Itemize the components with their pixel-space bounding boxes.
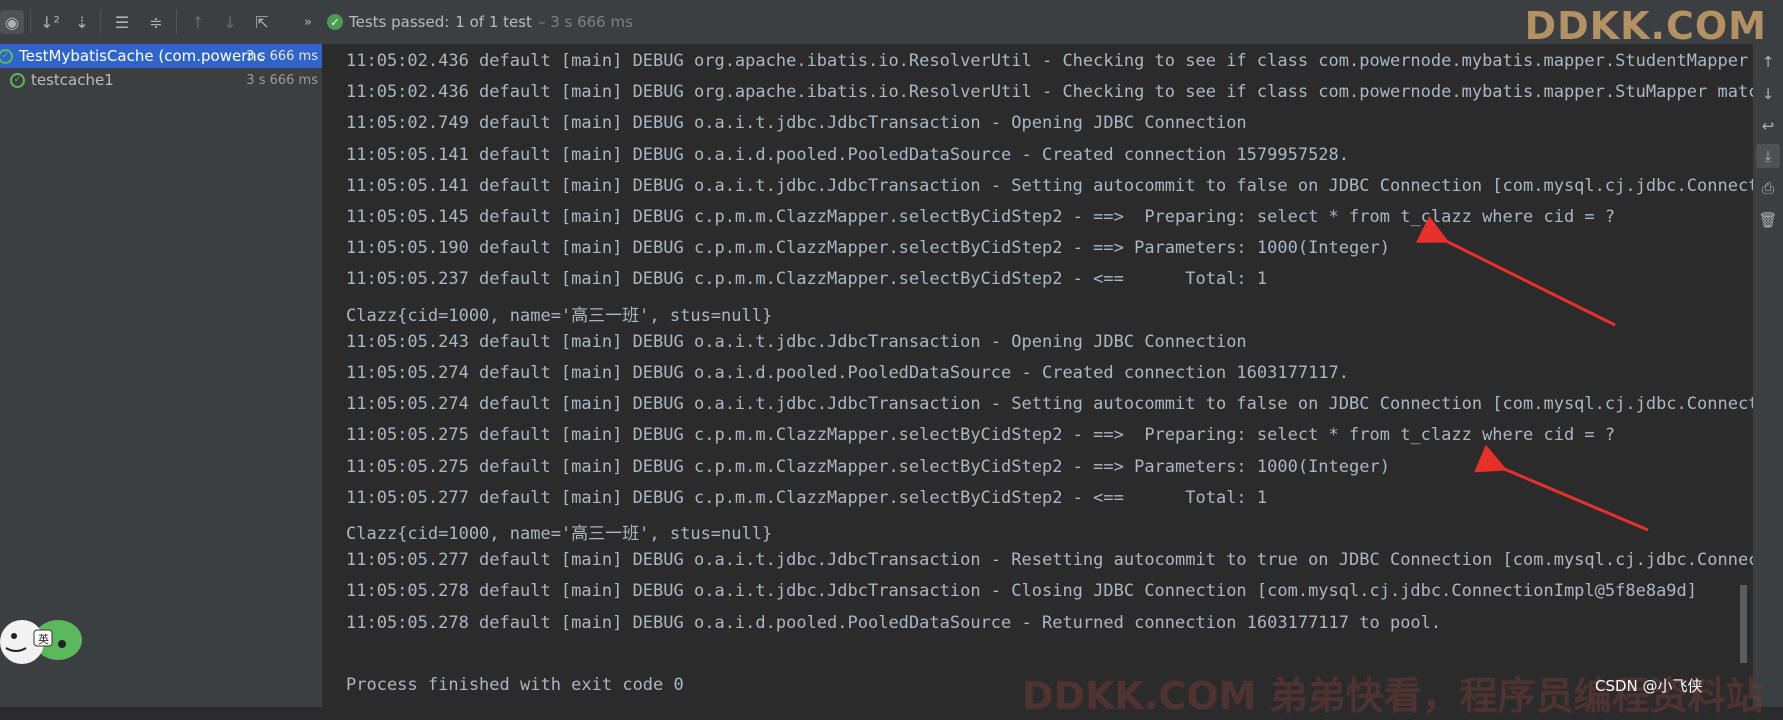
red-arrow-1: [1415, 215, 1616, 327]
red-arrow-2: [1474, 444, 1649, 532]
csdn-watermark: CSDN @小飞侠: [1595, 677, 1703, 695]
annotation-arrows: [1415, 215, 1649, 532]
